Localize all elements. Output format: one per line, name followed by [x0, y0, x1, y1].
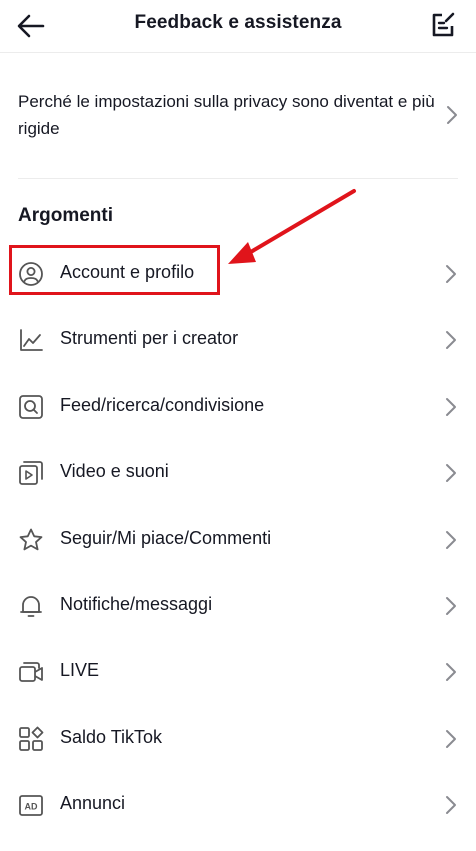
featured-question-item[interactable]: Perché le impostazioni sulla privacy son… [0, 52, 476, 179]
topic-label: Strumenti per i creator [60, 328, 239, 348]
chevron-right-icon [446, 730, 456, 748]
user-circle-icon [18, 261, 44, 287]
edit-feedback-button[interactable] [428, 10, 458, 40]
topic-label: LIVE [60, 660, 100, 680]
topic-item-account[interactable]: Account e profilo [0, 240, 476, 306]
header-bar: Feedback e assistenza [0, 0, 476, 53]
topic-item-video-sounds[interactable]: Video e suoni [0, 439, 476, 505]
section-title-argomenti: Argomenti [18, 205, 113, 226]
topic-label: Feed/ricerca/condivisione [60, 395, 265, 415]
topic-item-tiktok-balance[interactable]: Saldo TikTok [0, 705, 476, 771]
topic-item-feed-search-share[interactable]: Feed/ricerca/condivisione [0, 373, 476, 439]
chevron-right-icon [446, 265, 456, 283]
page-title: Feedback e assistenza [134, 12, 342, 33]
topic-item-notifications[interactable]: Notifiche/messaggi [0, 572, 476, 638]
section-divider [18, 178, 458, 179]
chart-line-icon [18, 327, 44, 353]
chevron-right-icon [446, 597, 456, 615]
topic-item-ads[interactable]: AD Annunci [0, 771, 476, 837]
chevron-right-icon [446, 663, 456, 681]
video-icon [18, 460, 44, 486]
topic-item-live[interactable]: LIVE [0, 638, 476, 704]
topic-label: Account e profilo [60, 262, 195, 282]
chevron-right-icon [447, 106, 457, 124]
topic-item-creator-tools[interactable]: Strumenti per i creator [0, 306, 476, 372]
topic-label: Seguir/Mi piace/Commenti [60, 528, 272, 548]
ad-icon: AD [18, 792, 44, 818]
chevron-right-icon [446, 531, 456, 549]
chevron-right-icon [446, 398, 456, 416]
edit-note-icon [432, 12, 455, 37]
topic-label: Annunci [60, 793, 126, 813]
topic-item-follow-like-comment[interactable]: Seguir/Mi piace/Commenti [0, 506, 476, 572]
grid-apps-icon [18, 726, 44, 752]
chevron-right-icon [446, 796, 456, 814]
topic-label: Video e suoni [60, 461, 169, 481]
chevron-right-icon [446, 331, 456, 349]
featured-question-text: Perché le impostazioni sulla privacy son… [18, 92, 435, 138]
search-box-icon [18, 394, 44, 420]
svg-text:AD: AD [25, 802, 38, 812]
star-icon [18, 527, 44, 553]
chevron-right-icon [446, 464, 456, 482]
bell-icon [18, 593, 44, 619]
live-camera-icon [18, 659, 44, 685]
topic-label: Notifiche/messaggi [60, 594, 213, 614]
topic-label: Saldo TikTok [60, 727, 163, 747]
